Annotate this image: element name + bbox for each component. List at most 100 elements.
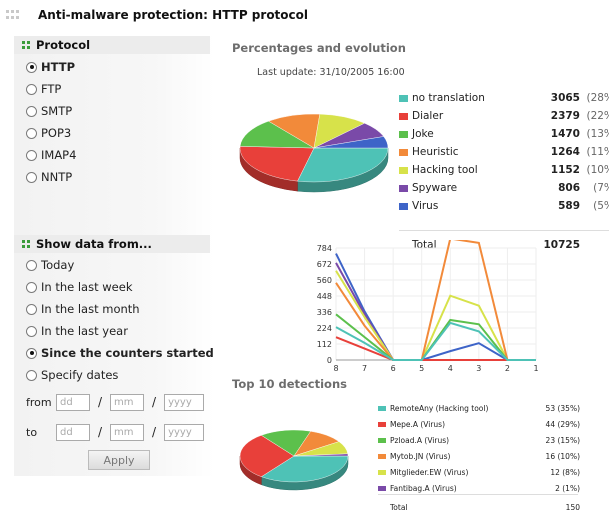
- evolution-line-chart: 0 112 224 336 448 560 672 784 8 7 6 5 4 3 2 1: [317, 240, 539, 373]
- legend-value: 1470: [550, 128, 580, 140]
- from-day-input[interactable]: [56, 393, 90, 411]
- x-tick-label: 4: [448, 364, 453, 373]
- top10-value: 53 (35%): [545, 403, 580, 413]
- top10-name: Fantibag.A (Virus): [390, 483, 457, 493]
- top10-name: Mepe.A (Virus): [390, 419, 446, 429]
- range-option-specify[interactable]: Specify dates: [14, 364, 214, 386]
- percentages-heading: Percentages and evolution: [232, 41, 406, 55]
- x-tick-label: 6: [391, 364, 396, 373]
- top10-heading: Top 10 detections: [232, 377, 347, 391]
- y-tick-label: 224: [317, 324, 332, 333]
- from-label: from: [26, 395, 52, 409]
- range-option-year[interactable]: In the last year: [14, 320, 214, 342]
- legend-name: Dialer: [412, 110, 444, 122]
- legend-swatch: [399, 166, 408, 174]
- radio-icon[interactable]: [26, 303, 37, 315]
- summary-legend-row: Spyware 806 (7%): [399, 179, 609, 197]
- x-tick-label: 8: [333, 364, 338, 373]
- legend-swatch: [399, 184, 408, 192]
- grip-icon: [6, 10, 20, 20]
- legend-name: no translation: [412, 92, 485, 104]
- radio-icon[interactable]: [26, 281, 37, 293]
- to-month-input[interactable]: [110, 423, 145, 441]
- from-month-input[interactable]: [110, 393, 145, 411]
- legend-value: 806: [558, 182, 580, 194]
- top10-name: Mytob.JN (Virus): [390, 451, 451, 461]
- range-option-month[interactable]: In the last month: [14, 298, 214, 320]
- protocol-option-label: POP3: [41, 126, 72, 140]
- range-option-label: In the last month: [41, 302, 140, 316]
- summary-legend-row: no translation 3065 (28%): [399, 89, 609, 107]
- legend-name: Joke: [412, 128, 434, 140]
- show-data-heading: Show data from...: [14, 235, 210, 253]
- section-bullet-icon: [22, 240, 30, 248]
- protocol-option-ftp[interactable]: FTP: [14, 78, 214, 100]
- top10-divider: [378, 494, 578, 495]
- from-year-input[interactable]: [164, 393, 205, 411]
- legend-swatch: [399, 202, 408, 210]
- radio-icon[interactable]: [26, 259, 37, 271]
- last-update: Last update: 31/10/2005 16:00: [257, 67, 405, 78]
- protocol-option-pop3[interactable]: POP3: [14, 122, 214, 144]
- legend-percent: (28%): [586, 92, 609, 104]
- y-tick-label: 448: [317, 292, 332, 301]
- range-option-today[interactable]: Today: [14, 254, 214, 276]
- x-tick-label: 2: [505, 364, 510, 373]
- radio-icon[interactable]: [26, 127, 37, 139]
- range-option-since-start[interactable]: Since the counters started: [14, 342, 214, 364]
- range-option-label: Today: [41, 258, 75, 272]
- protocol-option-nntp[interactable]: NNTP: [14, 166, 214, 188]
- summary-legend-row: Virus 589 (5%): [399, 197, 609, 215]
- protocol-option-imap4[interactable]: IMAP4: [14, 144, 214, 166]
- x-tick-label: 7: [362, 364, 367, 373]
- section-bullet-icon: [22, 41, 30, 49]
- legend-value: 1152: [550, 164, 580, 176]
- top10-legend-row: Pzload.A (Virus) 23 (15%): [378, 433, 580, 447]
- apply-button[interactable]: Apply: [88, 450, 150, 470]
- date-separator: /: [152, 425, 157, 439]
- legend-value: 2379: [550, 110, 580, 122]
- protocol-option-smtp[interactable]: SMTP: [14, 100, 214, 122]
- date-separator: /: [152, 395, 157, 409]
- from-date-row: from / /: [14, 392, 214, 412]
- range-option-label: In the last year: [41, 324, 128, 338]
- protocol-option-http[interactable]: HTTP: [14, 56, 214, 78]
- legend-percent: (5%): [593, 200, 609, 212]
- legend-swatch: [399, 130, 408, 138]
- top10-legend-row: Fantibag.A (Virus) 2 (1%): [378, 481, 580, 495]
- legend-swatch: [399, 94, 408, 102]
- top10-value: 12 (8%): [550, 467, 580, 477]
- radio-icon[interactable]: [26, 347, 37, 359]
- to-day-input[interactable]: [56, 423, 90, 441]
- legend-value: 1264: [550, 146, 580, 158]
- radio-icon[interactable]: [26, 171, 37, 183]
- top10-legend-row: Mytob.JN (Virus) 16 (10%): [378, 449, 580, 463]
- range-option-label: Specify dates: [41, 368, 119, 382]
- legend-swatch: [378, 469, 386, 475]
- top10-total-row: Total 150: [378, 500, 580, 514]
- x-tick-label: 3: [476, 364, 481, 373]
- radio-icon[interactable]: [26, 325, 37, 337]
- summary-legend-row: Hacking tool 1152 (10%): [399, 161, 609, 179]
- window-titlebar: Anti-malware protection: HTTP protocol: [0, 0, 609, 30]
- top10-name: Pzload.A (Virus): [390, 435, 450, 445]
- radio-icon[interactable]: [26, 369, 37, 381]
- legend-percent: (13%): [586, 128, 609, 140]
- legend-swatch: [378, 453, 386, 459]
- top10-pie-chart: [239, 429, 349, 491]
- protocol-option-label: SMTP: [41, 104, 73, 118]
- radio-icon[interactable]: [26, 83, 37, 95]
- radio-icon[interactable]: [26, 105, 37, 117]
- legend-value: 589: [558, 200, 580, 212]
- top10-legend-row: Mepe.A (Virus) 44 (29%): [378, 417, 580, 431]
- radio-icon[interactable]: [26, 61, 37, 73]
- radio-icon[interactable]: [26, 149, 37, 161]
- range-option-week[interactable]: In the last week: [14, 276, 214, 298]
- to-year-input[interactable]: [164, 423, 205, 441]
- summary-legend-row: Dialer 2379 (22%): [399, 107, 609, 125]
- to-label: to: [26, 425, 38, 439]
- top10-value: 16 (10%): [545, 451, 580, 461]
- series-line: [335, 262, 536, 361]
- date-separator: /: [98, 395, 103, 409]
- window-title: Anti-malware protection: HTTP protocol: [38, 8, 309, 22]
